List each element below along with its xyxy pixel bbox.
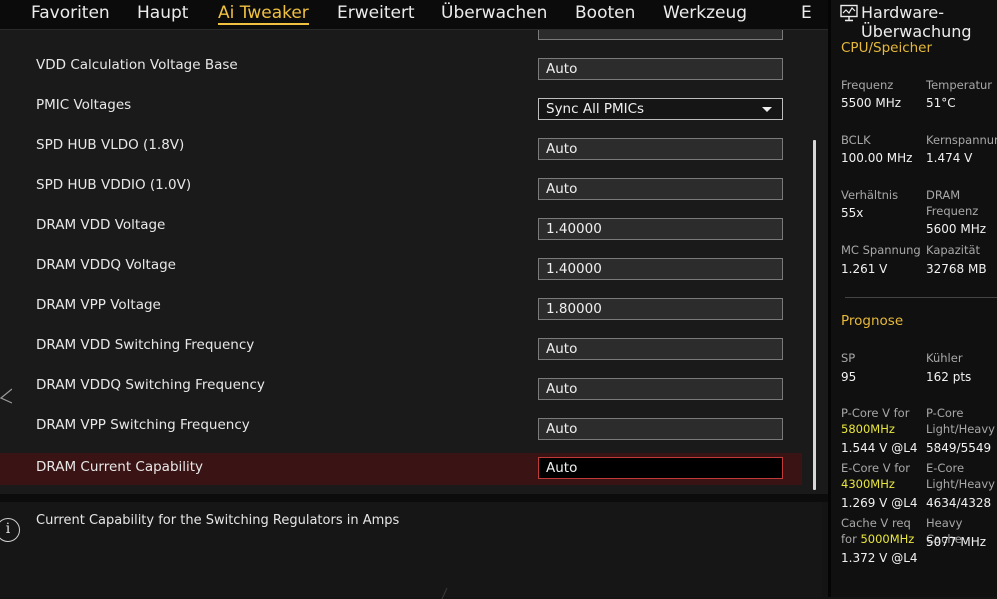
setting-label: DRAM VPP Voltage xyxy=(36,297,161,313)
tab-werkzeug[interactable]: Werkzeug xyxy=(663,3,747,23)
cache-v-value: 1.372 V @L4 xyxy=(841,551,918,565)
dropdown-selected-value: Sync All PMICs xyxy=(546,101,645,117)
setting-row-selected[interactable]: DRAM Current Capability Auto xyxy=(0,453,802,485)
tab-favoriten[interactable]: Favoriten xyxy=(31,3,110,23)
pcore-v-label: P-Core V for 5800MHz xyxy=(841,406,910,436)
hwmon-title: Hardware-Überwac­hung xyxy=(861,3,972,41)
setting-value-field[interactable]: 1.40000 xyxy=(538,218,783,240)
bclk-label: BCLK xyxy=(841,133,871,147)
setting-label: DRAM VDDQ Switching Frequency xyxy=(36,377,265,393)
setting-row[interactable]: DRAM VPP Voltage 1.80000 xyxy=(0,290,802,330)
bclk-value: 100.00 MHz xyxy=(841,151,913,165)
setting-row[interactable]: DRAM VDD Voltage 1.40000 xyxy=(0,210,802,250)
pcore-light-heavy-value: 5849/5549 xyxy=(926,441,992,455)
capacity-label: Kapazität xyxy=(926,243,981,257)
pcore-light-heavy-label: P-Core Light/Heavy xyxy=(926,406,995,436)
setting-value-field[interactable]: Auto xyxy=(538,338,783,360)
setting-label: DRAM Current Capability xyxy=(36,459,204,475)
partial-setting-field xyxy=(538,30,783,40)
panel-divider xyxy=(0,494,828,502)
dram-frequency-label: DRAM Frequenz xyxy=(926,188,979,218)
setting-label: DRAM VDDQ Voltage xyxy=(36,257,176,273)
ratio-label: Verhältnis xyxy=(841,188,899,202)
cooler-label: Kühler xyxy=(926,351,963,365)
forecast-section-title: Prognose xyxy=(841,313,904,329)
temperature-value: 51°C xyxy=(926,96,956,110)
help-panel: i Current Capability for the Switching R… xyxy=(0,502,822,599)
cache-v-label: Cache V req for 5000MHz xyxy=(841,516,915,546)
ecore-v-value: 1.269 V @L4 xyxy=(841,496,918,510)
tab-erweitert[interactable]: Erweitert xyxy=(337,3,415,23)
chevron-left-icon xyxy=(0,388,12,404)
hardware-monitor-panel: Hardware-Überwac­hung CPU/Speicher Frequ… xyxy=(828,0,997,597)
setting-label: PMIC Voltages xyxy=(36,97,132,113)
sp-label: SP xyxy=(841,351,856,365)
cpu-memory-section-title: CPU/Speicher xyxy=(841,40,933,56)
cooler-value: 162 pts xyxy=(926,370,972,384)
frequency-label: Frequenz xyxy=(841,78,894,92)
temperature-label: Temperatur xyxy=(926,78,993,92)
setting-row[interactable]: PMIC Voltages Sync All PMICs xyxy=(0,90,802,130)
help-text: Current Capability for the Switching Reg… xyxy=(36,513,400,528)
dram-frequency-value: 5600 MHz xyxy=(926,222,987,236)
chevron-down-icon xyxy=(762,107,772,112)
setting-row[interactable]: VDD Calculation Voltage Base Auto xyxy=(0,50,802,90)
decorative-line xyxy=(441,587,448,599)
cache-frequency: 5000MHz xyxy=(860,532,915,546)
ecore-v-label: E-Core V for 4300MHz xyxy=(841,461,911,491)
frequency-value: 5500 MHz xyxy=(841,96,902,110)
scrollbar-thumb[interactable] xyxy=(813,140,816,490)
setting-value-field[interactable]: Auto xyxy=(538,378,783,400)
setting-value-field[interactable]: Auto xyxy=(538,58,783,80)
core-voltage-value: 1.474 V xyxy=(926,151,973,165)
setting-row[interactable]: SPD HUB VDDIO (1.0V) Auto xyxy=(0,170,802,210)
setting-value-field[interactable]: Auto xyxy=(538,418,783,440)
sp-value: 95 xyxy=(841,370,857,384)
core-voltage-label: Kernspannung xyxy=(926,133,997,147)
setting-value-field[interactable]: 1.40000 xyxy=(538,258,783,280)
setting-label: DRAM VDD Voltage xyxy=(36,217,166,233)
top-nav: Favoriten Haupt Ai Tweaker Erweitert Übe… xyxy=(0,0,828,30)
pmic-voltages-dropdown[interactable]: Sync All PMICs xyxy=(538,98,783,120)
setting-label: VDD Calculation Voltage Base xyxy=(36,57,238,73)
setting-row[interactable]: DRAM VDDQ Switching Frequency Auto xyxy=(0,370,802,410)
monitor-icon xyxy=(840,4,858,22)
tab-exit-partial[interactable]: E xyxy=(801,3,812,23)
setting-row[interactable]: DRAM VDDQ Voltage 1.40000 xyxy=(0,250,802,290)
heavy-cache-value: 5077 MHz xyxy=(926,535,987,549)
ecore-light-heavy-value: 4634/4328 xyxy=(926,496,992,510)
tab-ai-tweaker[interactable]: Ai Tweaker xyxy=(218,3,309,25)
ecore-frequency: 4300MHz xyxy=(841,477,895,491)
capacity-value: 32768 MB xyxy=(926,262,987,276)
pcore-frequency: 5800MHz xyxy=(841,422,895,436)
setting-value-field[interactable]: 1.80000 xyxy=(538,298,783,320)
setting-value-field[interactable]: Auto xyxy=(538,457,783,479)
tab-ueberwachen[interactable]: Überwachen xyxy=(441,3,547,23)
setting-value-field[interactable]: Auto xyxy=(538,178,783,200)
info-icon: i xyxy=(0,518,20,542)
setting-row[interactable]: DRAM VDD Switching Frequency Auto xyxy=(0,330,802,370)
ratio-value: 55x xyxy=(841,206,864,220)
setting-row[interactable]: SPD HUB VLDO (1.8V) Auto xyxy=(0,130,802,170)
section-divider xyxy=(845,297,997,298)
tab-haupt[interactable]: Haupt xyxy=(137,3,188,23)
setting-row[interactable]: DRAM VPP Switching Frequency Auto xyxy=(0,410,802,450)
setting-value-field[interactable]: Auto xyxy=(538,138,783,160)
mc-voltage-label: MC Spannung xyxy=(841,243,921,257)
ecore-light-heavy-label: E-Core Light/Heavy xyxy=(926,461,995,491)
settings-panel: VDD Calculation Voltage Base Auto PMIC V… xyxy=(0,30,828,494)
setting-label: DRAM VPP Switching Frequency xyxy=(36,417,250,433)
mc-voltage-value: 1.261 V xyxy=(841,262,888,276)
setting-label: SPD HUB VDDIO (1.0V) xyxy=(36,177,192,193)
setting-label: SPD HUB VLDO (1.8V) xyxy=(36,137,185,153)
pcore-v-value: 1.544 V @L4 xyxy=(841,441,918,455)
tab-booten[interactable]: Booten xyxy=(575,3,635,23)
setting-label: DRAM VDD Switching Frequency xyxy=(36,337,255,353)
